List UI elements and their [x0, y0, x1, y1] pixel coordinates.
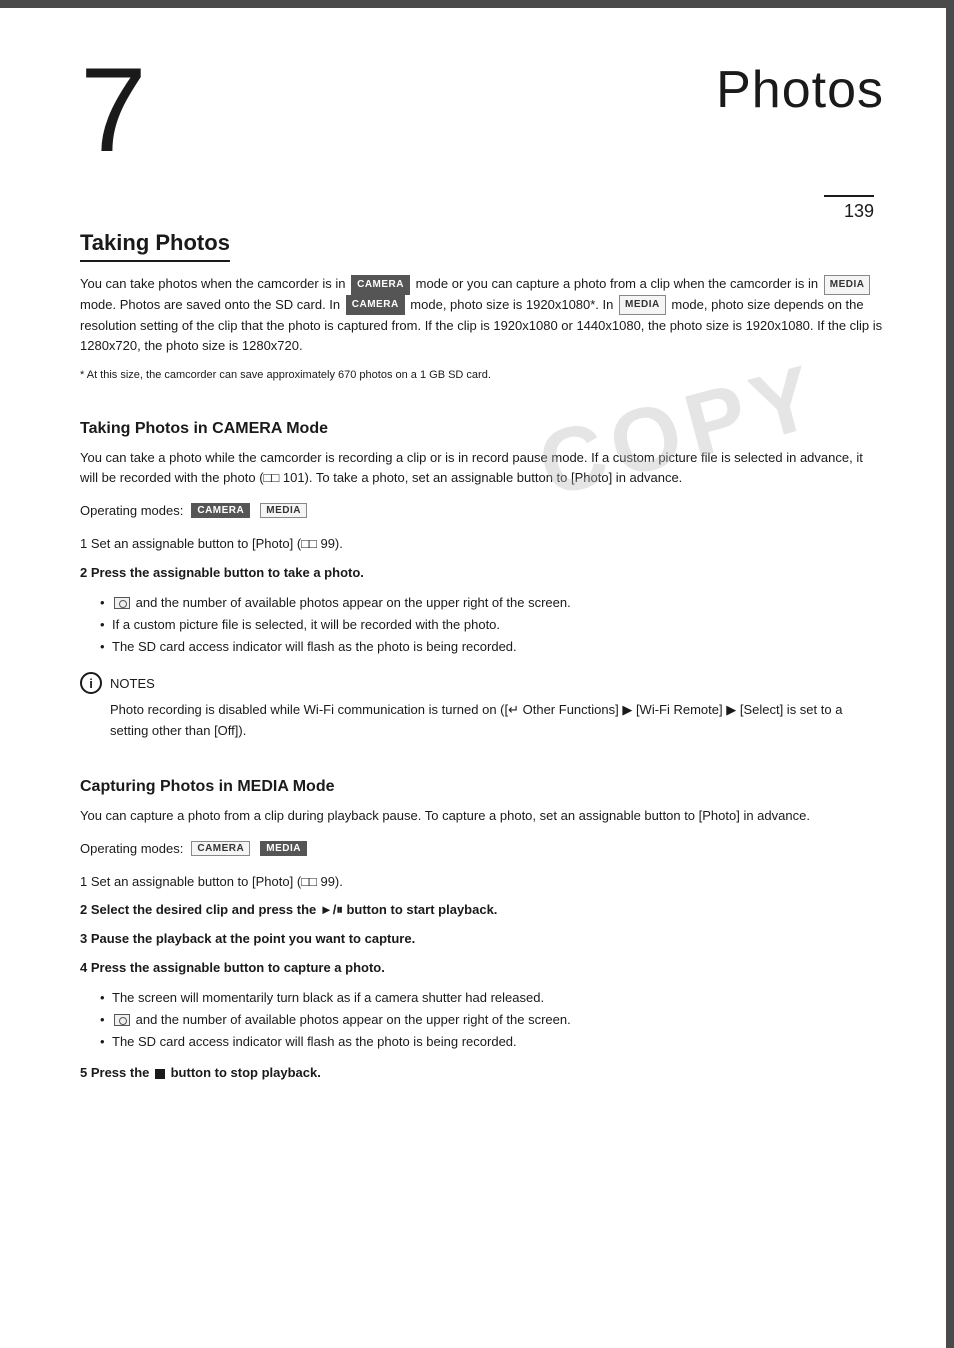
media-step-3: 3 Pause the playback at the point you wa… — [80, 929, 884, 950]
media-bullet-list: The screen will momentarily turn black a… — [100, 987, 884, 1053]
media-media-op-badge: MEDIA — [260, 841, 307, 856]
chapter-number: 7 — [80, 50, 147, 170]
media-camera-op-badge: CAMERA — [191, 841, 250, 856]
camera-mode-section: Taking Photos in CAMERA Mode You can tak… — [80, 420, 884, 742]
intro-text-3: mode. Photos are saved onto the SD card.… — [80, 297, 340, 312]
media-step-4-text: 4 Press the assignable button to capture… — [80, 960, 385, 975]
operating-modes-label-2: Operating modes: — [80, 841, 183, 856]
media-step-2-text: 2 Select the desired clip and press the … — [80, 902, 497, 917]
intro-text-4: mode, photo size is 1920x1080*. In — [410, 297, 613, 312]
page-number-line — [824, 195, 874, 197]
media-step-2: 2 Select the desired clip and press the … — [80, 900, 884, 921]
media-step-3-text: 3 Pause the playback at the point you wa… — [80, 931, 415, 946]
page-container: 7 Photos 139 COPY Taking Photos You can … — [0, 0, 954, 1348]
stop-icon — [155, 1069, 165, 1079]
camera-bullet-2: If a custom picture file is selected, it… — [100, 614, 884, 636]
media-bullet-3: The SD card access indicator will flash … — [100, 1031, 884, 1053]
media-badge-1: MEDIA — [824, 275, 871, 295]
media-mode-operating-modes: Operating modes: CAMERA MEDIA — [80, 841, 884, 856]
camera-step-1: 1 Set an assignable button to [Photo] (□… — [80, 534, 884, 555]
camera-badge-2: CAMERA — [346, 295, 405, 315]
camera-bullet-3: The SD card access indicator will flash … — [100, 636, 884, 658]
chapter-title: Photos — [716, 60, 884, 120]
taking-photos-title: Taking Photos — [80, 230, 230, 262]
camera-notes-section: i NOTES Photo recording is disabled whil… — [80, 672, 884, 742]
media-badge-2: MEDIA — [619, 295, 666, 315]
media-step-4: 4 Press the assignable button to capture… — [80, 958, 884, 979]
page-number-container: 139 — [824, 195, 874, 222]
intro-text-1: You can take photos when the camcorder i… — [80, 276, 345, 291]
photo-icon-1 — [114, 597, 130, 609]
notes-label: NOTES — [110, 676, 155, 691]
media-step-5-text: 5 Press the button to stop playback. — [80, 1065, 321, 1080]
notes-text: Photo recording is disabled while Wi-Fi … — [110, 700, 884, 742]
camera-step-2-text: 2 Press the assignable button to take a … — [80, 565, 364, 580]
taking-photos-intro: You can take photos when the camcorder i… — [80, 274, 884, 357]
camera-bullet-1: and the number of available photos appea… — [100, 592, 884, 614]
operating-modes-label-1: Operating modes: — [80, 503, 183, 518]
media-op-badge: MEDIA — [260, 503, 307, 518]
camera-badge-1: CAMERA — [351, 275, 410, 295]
camera-mode-intro: You can take a photo while the camcorder… — [80, 448, 884, 490]
intro-text-2: mode or you can capture a photo from a c… — [416, 276, 819, 291]
camera-op-badge: CAMERA — [191, 503, 250, 518]
camera-mode-operating-modes: Operating modes: CAMERA MEDIA — [80, 503, 884, 518]
notes-header: i NOTES — [80, 672, 884, 694]
media-bullet-1: The screen will momentarily turn black a… — [100, 987, 884, 1009]
media-mode-section: Capturing Photos in MEDIA Mode You can c… — [80, 778, 884, 1084]
content-area: 7 Photos 139 COPY Taking Photos You can … — [0, 0, 954, 1132]
media-step-1: 1 Set an assignable button to [Photo] (□… — [80, 872, 884, 893]
media-bullet-2: and the number of available photos appea… — [100, 1009, 884, 1031]
media-step-5: 5 Press the button to stop playback. — [80, 1063, 884, 1084]
camera-mode-title: Taking Photos in CAMERA Mode — [80, 420, 884, 438]
notes-icon: i — [80, 672, 102, 694]
camera-step-1-text: 1 Set an assignable button to [Photo] (□… — [80, 536, 343, 551]
taking-photos-footnote: * At this size, the camcorder can save a… — [80, 367, 884, 384]
media-mode-title: Capturing Photos in MEDIA Mode — [80, 778, 884, 796]
page-number: 139 — [824, 201, 874, 222]
chapter-header: 7 Photos — [80, 30, 884, 170]
taking-photos-section: Taking Photos You can take photos when t… — [80, 200, 884, 384]
photo-icon-2 — [114, 1014, 130, 1026]
camera-bullet-list: and the number of available photos appea… — [100, 592, 884, 658]
media-mode-intro: You can capture a photo from a clip duri… — [80, 806, 884, 827]
camera-step-2: 2 Press the assignable button to take a … — [80, 563, 884, 584]
